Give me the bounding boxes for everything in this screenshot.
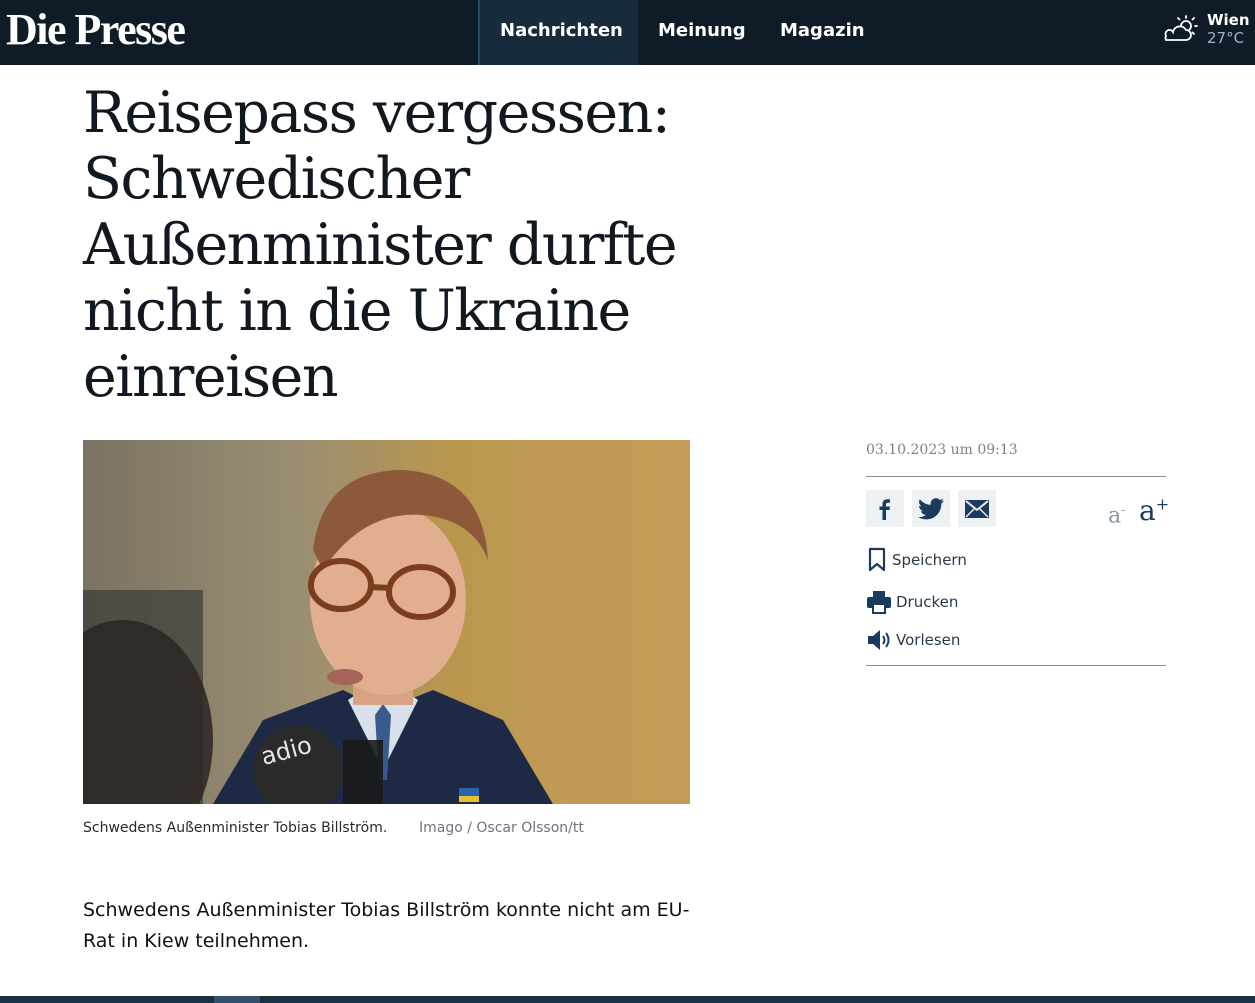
font-increase-sign: + <box>1155 494 1170 514</box>
mail-icon <box>965 499 989 518</box>
image-caption: Schwedens Außenminister Tobias Billström… <box>83 820 388 836</box>
print-button[interactable]: Drucken <box>866 589 958 615</box>
print-label: Drucken <box>896 593 959 611</box>
share-facebook-button[interactable] <box>866 490 904 527</box>
share-twitter-button[interactable] <box>912 490 950 527</box>
speaker-icon <box>868 630 890 650</box>
partly-cloudy-icon[interactable] <box>1160 14 1200 44</box>
divider <box>866 665 1166 666</box>
bookmark-icon <box>868 547 886 572</box>
publish-date: 03.10.2023 um 09:13 <box>866 442 1018 458</box>
nav-item-meinung[interactable]: Meinung <box>658 20 746 41</box>
facebook-icon <box>879 498 890 520</box>
nav-item-nachrichten[interactable]: Nachrichten <box>500 20 623 41</box>
bottom-bar-highlight <box>214 996 260 1003</box>
font-decrease-label: a <box>1108 503 1122 529</box>
nav-item-magazin[interactable]: Magazin <box>780 20 865 41</box>
weather-city: Wien <box>1207 11 1250 29</box>
share-mail-button[interactable] <box>958 490 996 527</box>
image-credit: Imago / Oscar Olsson/tt <box>419 820 584 836</box>
article-teaser: Schwedens Außenminister Tobias Billström… <box>83 899 690 952</box>
bottom-bar <box>0 996 1255 1003</box>
save-button[interactable]: Speichern <box>866 547 967 573</box>
printer-icon <box>867 591 891 614</box>
site-logo[interactable]: Die Presse <box>6 6 186 54</box>
font-decrease-button[interactable]: a- <box>1108 503 1125 528</box>
article-image[interactable]: adio <box>83 440 690 804</box>
divider <box>866 476 1166 477</box>
read-aloud-button[interactable]: Vorlesen <box>866 627 960 653</box>
twitter-icon <box>918 497 944 519</box>
font-increase-label: a <box>1139 494 1156 527</box>
read-aloud-label: Vorlesen <box>896 631 961 649</box>
font-decrease-sign: - <box>1121 503 1126 517</box>
save-label: Speichern <box>892 551 967 569</box>
weather-temperature: 27°C <box>1207 29 1245 47</box>
article-headline: Reisepass vergessen: Schwedischer Außenm… <box>83 80 678 410</box>
font-increase-button[interactable]: a+ <box>1139 494 1169 527</box>
